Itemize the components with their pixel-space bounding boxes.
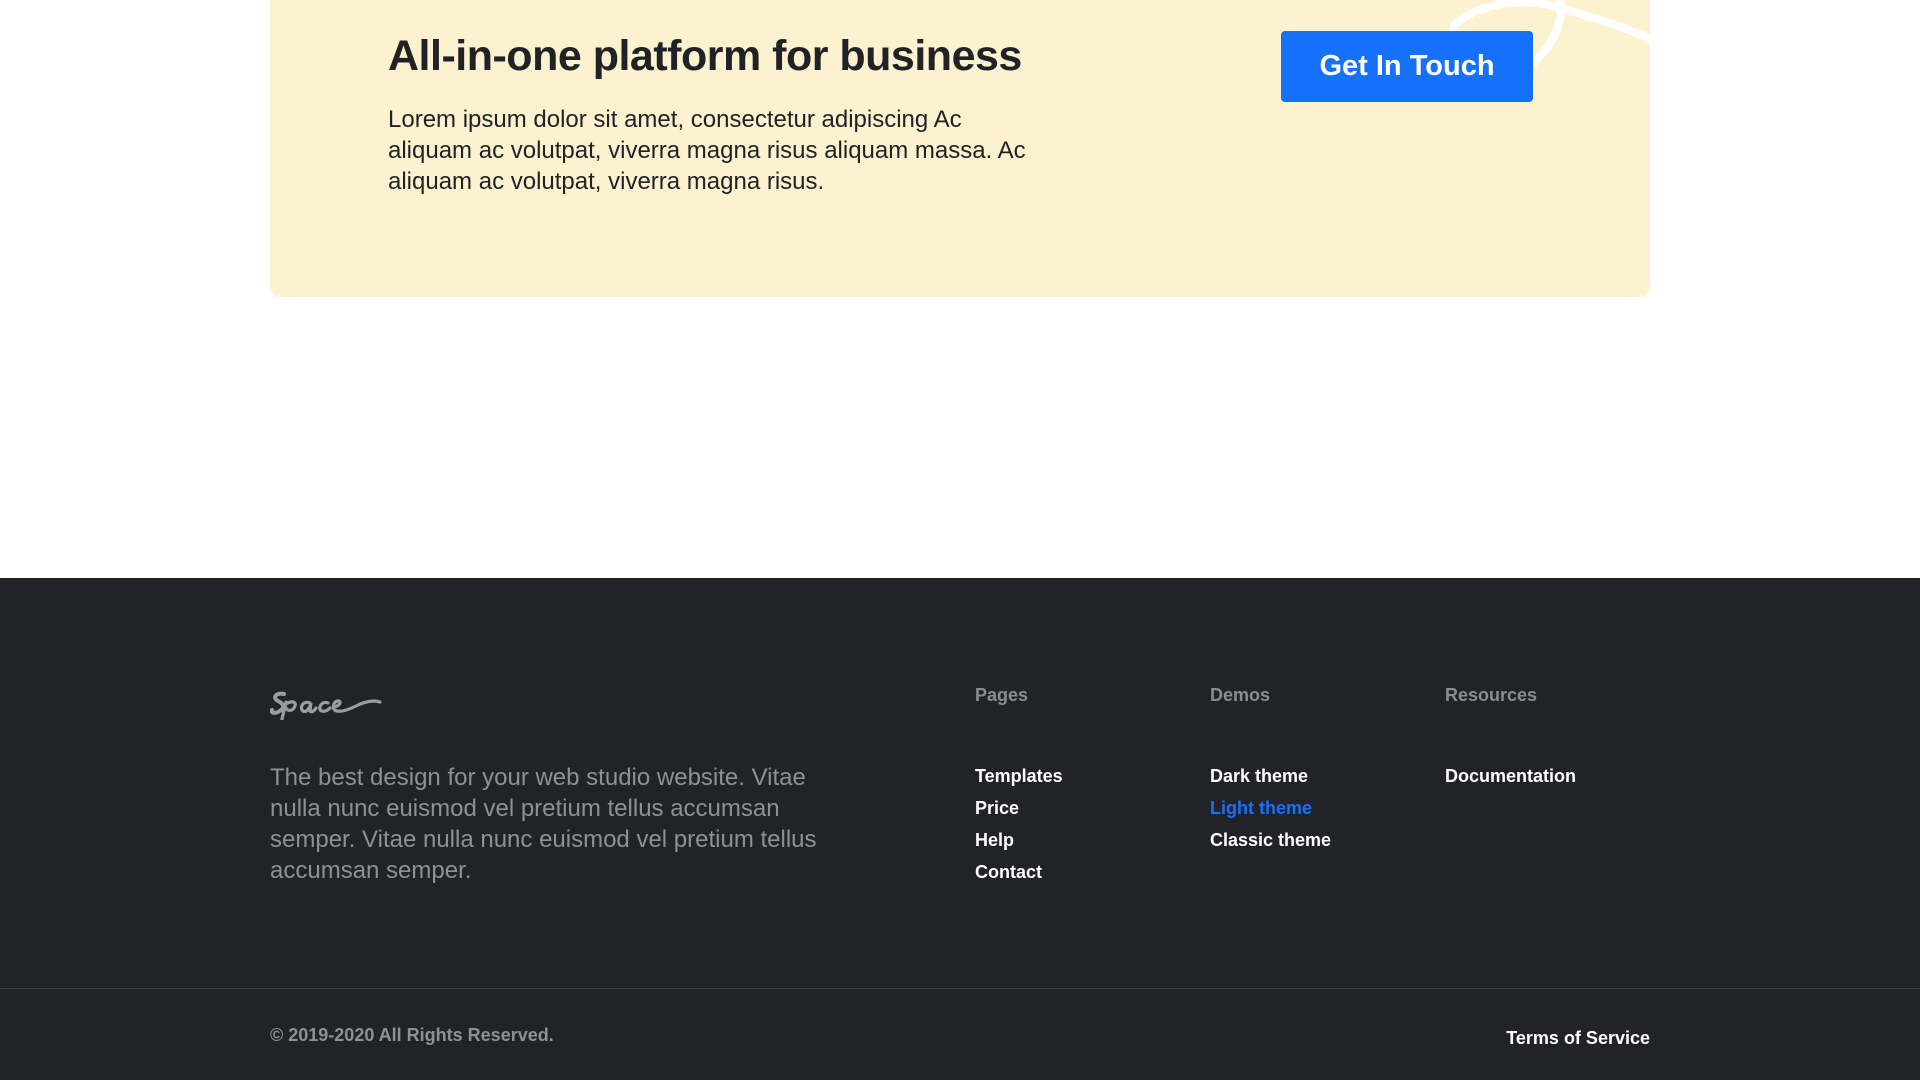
resources-heading: Resources: [1445, 685, 1538, 705]
footer-link-dark-theme-text[interactable]: Dark theme: [1210, 766, 1308, 786]
cta-description: Lorem ipsum dolor sit amet, consectetur …: [388, 106, 1026, 195]
page: All-in-one platform for business Lorem i…: [0, 0, 1920, 1080]
footer-link-classic-theme-text[interactable]: Classic theme: [1210, 830, 1331, 850]
footer: The best design for your web studio webs…: [0, 578, 1920, 1080]
space-logo-wordmark: [269, 691, 382, 721]
footer-link-documentation[interactable]: Documentation: [1445, 766, 1576, 798]
footer-description: The best design for your web studio webs…: [270, 764, 817, 884]
footer-link-contact[interactable]: Contact: [975, 862, 1063, 894]
footer-link-contact-text[interactable]: Contact: [975, 862, 1042, 882]
space-logo[interactable]: [269, 686, 382, 721]
resources-links: Documentation: [1445, 766, 1576, 798]
terms-of-service-link[interactable]: Terms of Service: [1506, 1028, 1650, 1049]
pages-heading: Pages: [975, 685, 1029, 705]
footer-link-price[interactable]: Price: [975, 798, 1063, 830]
footer-link-light-theme[interactable]: Light theme: [1210, 798, 1331, 830]
footer-link-light-theme-text[interactable]: Light theme: [1210, 798, 1312, 818]
footer-link-templates-text[interactable]: Templates: [975, 766, 1063, 786]
footer-divider: [0, 988, 1920, 989]
footer-link-dark-theme[interactable]: Dark theme: [1210, 766, 1331, 798]
footer-link-help[interactable]: Help: [975, 830, 1063, 862]
footer-link-documentation-text[interactable]: Documentation: [1445, 766, 1576, 786]
footer-link-help-text[interactable]: Help: [975, 830, 1014, 850]
cta-banner: All-in-one platform for business Lorem i…: [270, 0, 1650, 297]
footer-link-classic-theme[interactable]: Classic theme: [1210, 830, 1331, 862]
demos-heading: Demos: [1210, 685, 1271, 705]
get-in-touch-button[interactable]: Get In Touch: [1281, 31, 1533, 102]
footer-link-templates[interactable]: Templates: [975, 766, 1063, 798]
cta-title: All-in-one platform for business: [388, 32, 1022, 80]
footer-link-price-text[interactable]: Price: [975, 798, 1019, 818]
copyright-text: © 2019-2020 All Rights Reserved.: [270, 1025, 554, 1045]
pages-links: Templates Price Help Contact: [975, 766, 1063, 894]
demos-links: Dark theme Light theme Classic theme: [1210, 766, 1331, 862]
